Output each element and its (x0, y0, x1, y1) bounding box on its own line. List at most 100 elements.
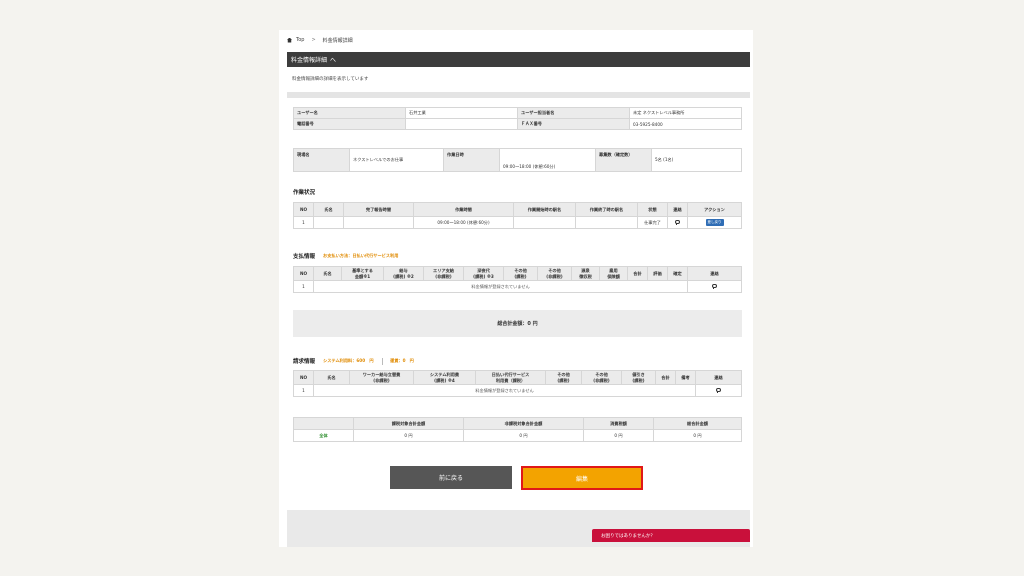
nontaxable-total: 0 円 (463, 429, 584, 442)
row-no: 1 (293, 280, 314, 293)
user-name-label: ユーザー名 (293, 107, 406, 119)
breadcrumb-top[interactable]: Top (296, 37, 304, 43)
col-header: 源泉 徴収税 (571, 266, 600, 281)
col-header: 連絡 (687, 266, 742, 281)
col-header: 日払い代行サービス 利用費（課税） (475, 370, 546, 385)
chat-icon[interactable] (675, 220, 680, 225)
section-header[interactable]: 料金情報詳細 へ (287, 52, 750, 67)
col-header: 氏名 (313, 370, 350, 385)
col-header: その他 (課税) (503, 266, 538, 281)
date-value: 09:00～18:00 (休憩:60分) (499, 148, 596, 172)
col-header: 氏名 (313, 202, 344, 217)
empty-message: 料金情報が登録されていません (313, 384, 696, 397)
user-info-table: ユーザー名 石井工業 ユーザー担当者名 未定 ネクストレベル事務所 電話番号 Ｆ… (293, 107, 742, 130)
tax-amount: 0 円 (583, 429, 654, 442)
row-status: 仕事完了 (637, 216, 668, 229)
col-header: システム利用費 (課税) ※4 (413, 370, 476, 385)
col-header: 評価 (647, 266, 668, 281)
user-name-value: 石井工業 (405, 107, 518, 119)
count-label: 募集数（確定数） (595, 148, 652, 172)
payment-heading: 支払情報 (293, 254, 316, 260)
row-end (575, 216, 638, 229)
col-header: 消費税額 (583, 417, 654, 430)
detail-page: Top > 料金情報詳細 料金情報詳細 へ 料金情報詳細の詳細を表示しています … (287, 30, 750, 547)
col-header: 総合計金額 (653, 417, 742, 430)
col-header: 基準とする 金額※1 (341, 266, 384, 281)
col-header: NO (293, 202, 314, 217)
page-title: 料金情報詳細 (291, 57, 328, 64)
col-header: 給与 (課税) ※2 (383, 266, 424, 281)
col-header: 深夜代 (課税) ※3 (463, 266, 504, 281)
phone-label: 電話番号 (293, 118, 406, 130)
col-header: ワーカー給与立替費 (非課税) (349, 370, 414, 385)
collapse-icon[interactable]: へ (330, 55, 336, 64)
work-status-heading: 作業状況 (293, 190, 316, 196)
row-label: 全体 (293, 429, 354, 442)
action-cell: 差し戻り (687, 216, 742, 229)
fax-label: ＦＡＸ番号 (517, 118, 630, 130)
grand-total: 0 円 (653, 429, 742, 442)
date-label: 作業日時 (443, 148, 500, 172)
home-icon (287, 37, 292, 43)
col-header: NO (293, 266, 314, 281)
payment-title: 支払情報 お支払い方法：日払い代行サービス利用 (293, 252, 398, 260)
edit-button[interactable]: 編集 (521, 466, 643, 490)
payment-table: NO 氏名 基準とする 金額※1 給与 (課税) ※2 エリア支給 (非課税) 深夜代… (293, 266, 742, 293)
action-button[interactable]: 差し戻り (705, 219, 724, 226)
billing-title: 請求情報 システム利用料：600 円 運賃：0 円 (293, 357, 414, 365)
site-label: 現場名 (293, 148, 350, 172)
contact-cell (687, 280, 742, 293)
divider (287, 92, 750, 98)
breadcrumb-separator: > (311, 37, 316, 43)
row-start (513, 216, 576, 229)
breadcrumb: Top > 料金情報詳細 (287, 33, 353, 47)
count-value: 5名 (1名) (651, 148, 742, 172)
table-row: 1 料金情報が登録されていません (293, 280, 742, 293)
col-header: 課税対象合計金額 (353, 417, 464, 430)
contact-cell (695, 384, 742, 397)
work-status-table: NO 氏名 完了報告時間 作業時間 作業開始時の駅名 作業終了時の駅名 状態 連… (293, 202, 742, 229)
payment-total: 総合計金額：0 円 (293, 310, 742, 337)
work-status-title: 作業状況 (293, 188, 315, 196)
back-button[interactable]: 前に戻る (390, 466, 512, 489)
person-label: ユーザー担当者名 (517, 107, 630, 119)
billing-heading: 請求情報 (293, 359, 316, 365)
separator (381, 357, 383, 365)
col-header: 連絡 (695, 370, 742, 385)
col-header: 完了報告時間 (343, 202, 414, 217)
help-tab[interactable]: お困りではありませんか？ (592, 529, 750, 542)
payment-method: お支払い方法：日払い代行サービス利用 (323, 253, 399, 258)
chat-icon[interactable] (712, 284, 717, 289)
col-header: 合計 (655, 370, 676, 385)
col-header: 作業終了時の駅名 (575, 202, 638, 217)
col-header: 氏名 (313, 266, 342, 281)
col-header: その他 (非課税) (581, 370, 622, 385)
col-header: その他 (課税) (545, 370, 582, 385)
phone-value (405, 118, 518, 130)
taxable-total: 0 円 (353, 429, 464, 442)
col-header: 合計 (627, 266, 648, 281)
col-header: 非課税対象合計金額 (463, 417, 584, 430)
site-value: ネクストレベルでのお仕事 (349, 148, 444, 172)
billing-table: NO 氏名 ワーカー給与立替費 (非課税) システム利用費 (課税) ※4 日払い代… (293, 370, 742, 397)
row-name (313, 216, 344, 229)
col-header: 確定 (667, 266, 688, 281)
site-info-table: 現場名 ネクストレベルでのお仕事 作業日時 09:00～18:00 (休憩:60… (293, 148, 742, 172)
table-row: 1 料金情報が登録されていません (293, 384, 742, 397)
chat-icon[interactable] (716, 388, 721, 393)
col-header: 状態 (637, 202, 668, 217)
col-header: 作業時間 (413, 202, 514, 217)
row-no: 1 (293, 216, 314, 229)
col-header: 連絡 (667, 202, 688, 217)
col-header: 備考 (675, 370, 696, 385)
col-header: 作業開始時の駅名 (513, 202, 576, 217)
fax-value: 03-5925-8400 (629, 118, 742, 130)
system-fee: システム利用料：600 円 (323, 358, 374, 363)
empty-message: 料金情報が登録されていません (313, 280, 688, 293)
breadcrumb-current: 料金情報詳細 (322, 37, 353, 44)
col-header: 雇用 保険額 (599, 266, 628, 281)
row-no: 1 (293, 384, 314, 397)
row-report (343, 216, 414, 229)
person-value: 未定 ネクストレベル事務所 (629, 107, 742, 119)
col-header: 値引き (課税) (621, 370, 656, 385)
